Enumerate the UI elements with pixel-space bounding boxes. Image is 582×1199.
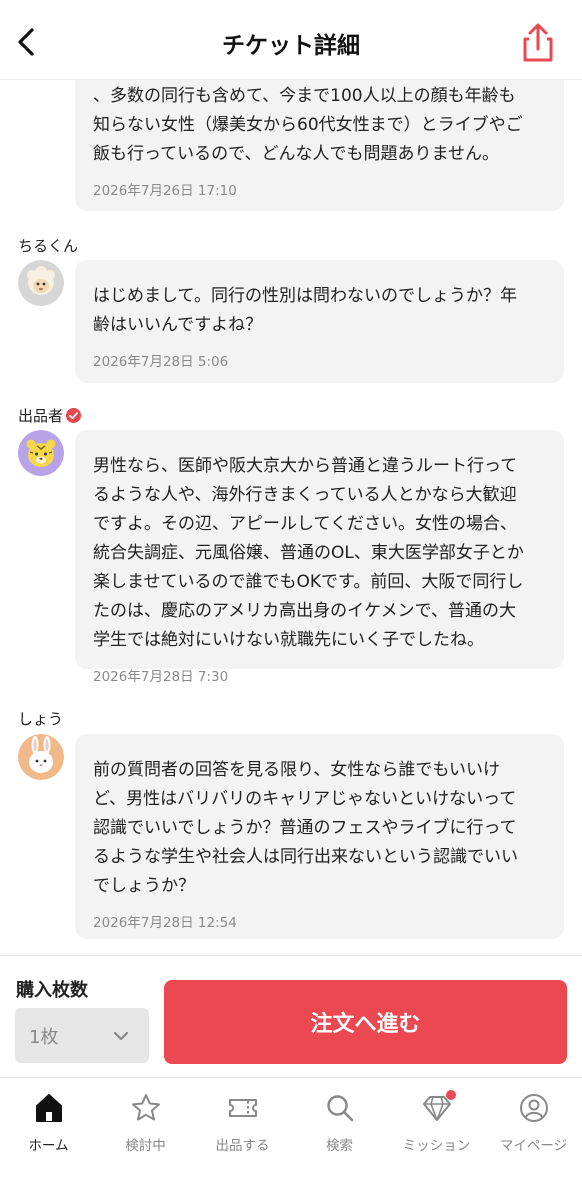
bottom-nav: ホーム 検討中 出品する 検索 ミッション マイページ bbox=[0, 1077, 582, 1199]
nav-item-favorites[interactable]: 検討中 bbox=[97, 1078, 194, 1199]
nav-item-mypage[interactable]: マイページ bbox=[485, 1078, 582, 1199]
nav-item-home[interactable]: ホーム bbox=[0, 1078, 97, 1199]
message-time: 2026年7月28日 7:30 bbox=[93, 669, 229, 685]
message-text: 、多数の同行も含めて、今まで100人以上の顔も年齢も 知らない女性（爆美女から6… bbox=[93, 86, 523, 164]
message-time: 2026年7月28日 12:54 bbox=[93, 915, 237, 931]
nav-item-sell[interactable]: 出品する bbox=[194, 1078, 291, 1199]
sender-name: 出品者 bbox=[18, 405, 82, 426]
purchase-bar: 購入枚数 1枚 注文へ進む bbox=[0, 955, 582, 1077]
message-text: はじめまして。同行の性別は問わないのでしょうか？年 齢はいいんですよね？ bbox=[93, 286, 517, 335]
message-time: 2026年7月26日 17:10 bbox=[93, 183, 237, 199]
share-button[interactable] bbox=[520, 22, 556, 64]
rabbit-avatar-icon bbox=[18, 734, 64, 780]
search-icon bbox=[324, 1092, 356, 1124]
nav-label: 検索 bbox=[326, 1138, 353, 1154]
nav-label: 出品する bbox=[215, 1138, 270, 1154]
message-bubble: はじめまして。同行の性別は問わないのでしょうか？年 齢はいいんですよね？ 202… bbox=[75, 260, 564, 383]
star-icon bbox=[130, 1092, 162, 1124]
ticket-icon bbox=[227, 1092, 259, 1124]
app-header: チケット詳細 bbox=[0, 0, 582, 80]
order-button[interactable]: 注文へ進む bbox=[164, 980, 567, 1064]
nav-item-mission[interactable]: ミッション bbox=[388, 1078, 485, 1199]
sender-label: ちるくん bbox=[18, 237, 79, 255]
message-list[interactable]: 、多数の同行も含めて、今まで100人以上の顔も年齢も 知らない女性（爆美女から6… bbox=[0, 80, 582, 955]
quantity-value: 1枚 bbox=[29, 1026, 59, 1048]
sender-label: 出品者 bbox=[18, 407, 64, 425]
message-text: 男性なら、医師や阪大京大から普通と違うルート行って るような人や、海外行きまくっ… bbox=[93, 456, 524, 650]
nav-label: 検討中 bbox=[125, 1138, 166, 1154]
message-text: 前の質問者の回答を見る限り、女性なら誰でもいいけ ど、男性はバリバリのキャリアじ… bbox=[93, 760, 518, 896]
notification-dot bbox=[446, 1090, 456, 1100]
page-title: チケット詳細 bbox=[222, 33, 360, 59]
home-icon bbox=[33, 1092, 65, 1124]
avatar[interactable] bbox=[18, 430, 64, 476]
message-bubble: 男性なら、医師や阪大京大から普通と違うルート行って るような人や、海外行きまくっ… bbox=[75, 430, 564, 685]
nav-label: ミッション bbox=[402, 1138, 471, 1154]
message-time: 2026年7月28日 5:06 bbox=[93, 354, 229, 370]
tiger-avatar-icon bbox=[18, 430, 64, 476]
user-icon bbox=[518, 1092, 550, 1124]
quantity-select[interactable]: 1枚 bbox=[15, 1008, 149, 1063]
avatar[interactable] bbox=[18, 260, 64, 306]
sheep-avatar-icon bbox=[18, 260, 64, 306]
message-bubble: 、多数の同行も含めて、今まで100人以上の顔も年齢も 知らない女性（爆美女から6… bbox=[75, 80, 564, 211]
verified-badge-icon bbox=[66, 408, 82, 423]
sender-label: しょう bbox=[18, 710, 64, 728]
message-bubble: 前の質問者の回答を見る限り、女性なら誰でもいいけ ど、男性はバリバリのキャリアじ… bbox=[75, 734, 564, 939]
chevron-down-icon bbox=[113, 1031, 129, 1040]
avatar[interactable] bbox=[18, 734, 64, 780]
share-icon bbox=[523, 23, 553, 62]
nav-label: マイページ bbox=[499, 1138, 568, 1154]
nav-item-search[interactable]: 検索 bbox=[291, 1078, 388, 1199]
nav-label: ホーム bbox=[28, 1138, 69, 1154]
sender-name: しょう bbox=[18, 708, 63, 729]
sender-name: ちるくん bbox=[18, 235, 78, 256]
quantity-label: 購入枚数 bbox=[16, 980, 88, 1001]
